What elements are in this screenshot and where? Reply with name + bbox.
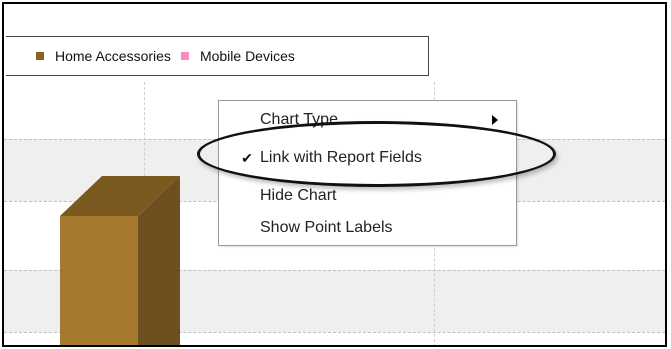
menu-item-label: Link with Report Fields bbox=[260, 149, 422, 166]
menu-item-hide-chart[interactable]: Hide Chart bbox=[219, 184, 516, 208]
menu-item-label: Hide Chart bbox=[260, 187, 337, 204]
legend-label: Mobile Devices bbox=[199, 48, 295, 64]
bar-front-face bbox=[60, 216, 138, 345]
legend-swatch-icon bbox=[36, 52, 44, 60]
submenu-arrow-icon bbox=[492, 115, 498, 125]
chart-legend: Home Accessories Mobile Devices bbox=[6, 36, 429, 76]
menu-item-label: Chart Type bbox=[260, 111, 338, 128]
checkmark-icon: ✔ bbox=[241, 149, 253, 166]
legend-item-mobile-devices[interactable]: Mobile Devices bbox=[180, 48, 295, 64]
legend-swatch-icon bbox=[180, 52, 189, 60]
menu-item-chart-type[interactable]: Chart Type bbox=[219, 108, 516, 132]
chart-context-menu: Chart Type ✔ Link with Report Fields Hid… bbox=[218, 100, 517, 246]
menu-item-label: Show Point Labels bbox=[260, 219, 393, 236]
legend-item-home-accessories[interactable]: Home Accessories bbox=[36, 48, 171, 64]
menu-item-show-point-labels[interactable]: Show Point Labels bbox=[219, 216, 516, 240]
bar-3d-home-accessories[interactable] bbox=[60, 176, 190, 347]
legend-label: Home Accessories bbox=[55, 48, 171, 64]
menu-item-link-with-report-fields[interactable]: ✔ Link with Report Fields bbox=[219, 146, 516, 170]
